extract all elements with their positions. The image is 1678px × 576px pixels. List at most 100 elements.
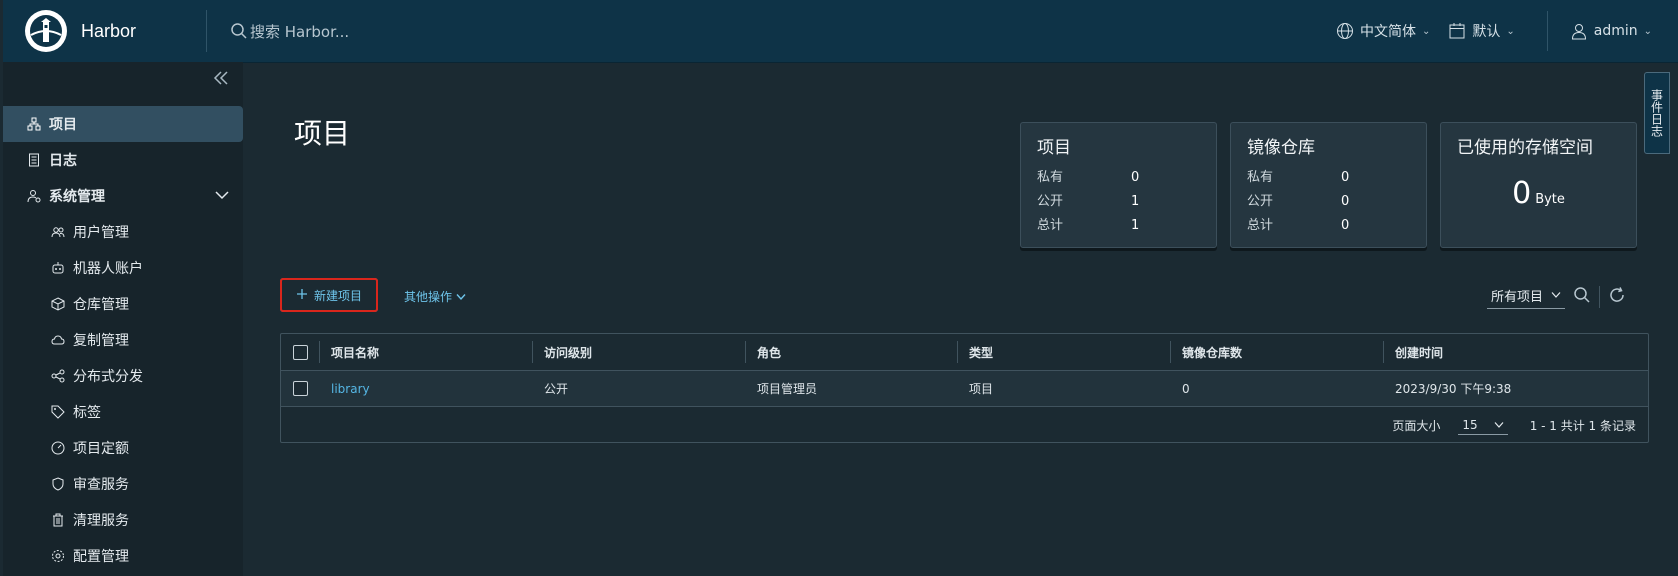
- share-icon: [51, 369, 65, 383]
- other-operations-dropdown[interactable]: 其他操作: [404, 288, 466, 305]
- sidebar-item-labels[interactable]: 标签: [3, 394, 243, 430]
- sidebar-item-robots[interactable]: 机器人账户: [3, 250, 243, 286]
- project-name-link[interactable]: library: [319, 378, 532, 400]
- table-header: 项目名称 访问级别 角色 类型 镜像仓库数 创建时间: [281, 334, 1648, 371]
- project-filter-select[interactable]: 所有项目: [1487, 284, 1566, 309]
- calendar-icon: [1448, 22, 1466, 40]
- admin-icon: [27, 189, 41, 203]
- theme-selector[interactable]: 默认 ⌄: [1448, 21, 1515, 41]
- card-row: 公开 1: [1037, 190, 1200, 214]
- row-key: 公开: [1247, 194, 1274, 209]
- language-selector[interactable]: 中文简体 ⌄: [1336, 21, 1430, 41]
- page-title: 项目: [294, 117, 351, 150]
- search-icon[interactable]: [1573, 286, 1591, 308]
- brand[interactable]: Harbor: [3, 0, 206, 62]
- sidebar-item-label: 复制管理: [73, 333, 129, 349]
- sidebar-item-logs[interactable]: 日志: [3, 142, 243, 178]
- row-checkbox[interactable]: [292, 381, 308, 396]
- table-cell: 项目: [969, 382, 994, 396]
- header-divider: [1546, 11, 1548, 51]
- theme-label: 默认: [1472, 24, 1501, 40]
- filter-divider: [1599, 285, 1601, 308]
- row-value: 0: [1341, 170, 1350, 185]
- sidebar-item-label: 标签: [73, 405, 101, 421]
- card-title: 已使用的存储空间: [1457, 138, 1593, 158]
- globe-icon: [1336, 22, 1354, 40]
- sidebar-item-replications[interactable]: 复制管理: [3, 322, 243, 358]
- row-value: 1: [1131, 218, 1140, 233]
- other-operations-label: 其他操作: [404, 290, 453, 304]
- projects-summary-card: 项目 私有 0 公开 1 总计 1: [1020, 122, 1217, 248]
- trash-icon: [51, 513, 65, 527]
- projects-table: 项目名称 访问级别 角色 类型 镜像仓库数 创建时间 library 公开 项目…: [280, 333, 1649, 443]
- column-header[interactable]: 访问级别: [532, 341, 745, 363]
- sidebar-item-label: 分布式分发: [73, 369, 143, 385]
- plus-icon: [296, 288, 308, 303]
- sidebar: 项目 日志 系统管理 用户管理 机器人账户 仓库管理 复制管理 分布式分发 标签…: [3, 62, 243, 576]
- card-title: 项目: [1037, 138, 1071, 158]
- row-key: 公开: [1037, 194, 1064, 209]
- page-size-select[interactable]: 15: [1458, 416, 1508, 435]
- new-project-button[interactable]: 新建项目: [280, 278, 378, 312]
- user-menu[interactable]: admin ⌄: [1570, 22, 1652, 40]
- event-log-tab[interactable]: 事件日志: [1644, 72, 1670, 154]
- card-row: 总计 1: [1037, 214, 1200, 238]
- storage-summary-card: 已使用的存储空间 0 Byte: [1440, 122, 1637, 248]
- sidebar-item-admin[interactable]: 系统管理: [3, 178, 243, 214]
- global-search[interactable]: 搜索 Harbor...: [230, 21, 349, 42]
- select-all-cell: [281, 344, 319, 360]
- table-row: library 公开 项目管理员 项目 0 2023/9/30 下午9:38: [281, 371, 1648, 407]
- column-header[interactable]: 角色: [745, 341, 957, 363]
- harbor-logo-icon: [25, 10, 67, 52]
- sidebar-item-interrogation[interactable]: 审查服务: [3, 466, 243, 502]
- chevron-down-icon: ⌄: [1506, 25, 1515, 37]
- row-value: 1: [1131, 194, 1140, 209]
- column-header[interactable]: 镜像仓库数: [1170, 341, 1383, 363]
- app-frame: Harbor 搜索 Harbor... 中文简体 ⌄ 默认 ⌄ admin ⌄ …: [3, 0, 1678, 576]
- table-cell: 2023/9/30 下午9:38: [1395, 382, 1512, 396]
- card-title: 镜像仓库: [1247, 138, 1315, 158]
- gear-icon: [51, 549, 65, 563]
- cloud-icon: [51, 333, 65, 347]
- sidebar-item-users[interactable]: 用户管理: [3, 214, 243, 250]
- project-icon: [27, 117, 41, 131]
- sidebar-item-registries[interactable]: 仓库管理: [3, 286, 243, 322]
- sidebar-item-label: 用户管理: [73, 225, 129, 241]
- row-select-cell: [281, 381, 319, 396]
- card-row: 总计 0: [1247, 214, 1410, 238]
- robot-icon: [51, 261, 65, 275]
- chevron-down-icon: ⌄: [1421, 25, 1431, 37]
- table-cell: 项目管理员: [757, 382, 818, 396]
- card-row: 公开 0: [1247, 190, 1410, 214]
- refresh-icon[interactable]: [1608, 286, 1626, 308]
- table-cell: 公开: [544, 382, 569, 396]
- collapse-sidebar-icon[interactable]: [211, 68, 231, 88]
- search-placeholder: 搜索 Harbor...: [250, 22, 350, 41]
- sidebar-item-projects[interactable]: 项目: [3, 106, 243, 142]
- row-value: 0: [1131, 170, 1140, 185]
- select-all-checkbox[interactable]: [292, 344, 308, 360]
- sidebar-item-distributions[interactable]: 分布式分发: [3, 358, 243, 394]
- tag-icon: [51, 405, 65, 419]
- pagination-summary: 1 - 1 共计 1 条记录: [1529, 419, 1636, 433]
- sidebar-item-quotas[interactable]: 项目定额: [3, 430, 243, 466]
- column-header[interactable]: 类型: [957, 341, 1170, 363]
- sidebar-item-configuration[interactable]: 配置管理: [3, 538, 243, 574]
- sidebar-item-label: 日志: [49, 153, 77, 169]
- column-header[interactable]: 创建时间: [1383, 341, 1641, 363]
- chevron-down-icon: [215, 188, 229, 204]
- sidebar-item-clean-up[interactable]: 清理服务: [3, 502, 243, 538]
- header-actions: 中文简体 ⌄ 默认 ⌄ admin ⌄: [1336, 0, 1678, 62]
- row-value: 0: [1341, 218, 1350, 233]
- storage-unit: Byte: [1535, 192, 1565, 207]
- table-footer: 页面大小 15 1 - 1 共计 1 条记录: [281, 407, 1648, 444]
- chevron-down-icon: ⌄: [1643, 25, 1652, 37]
- page-size-label: 页面大小: [1392, 419, 1441, 433]
- chevron-down-icon: [456, 290, 466, 304]
- table-cell: 0: [1182, 381, 1190, 396]
- log-icon: [27, 153, 41, 167]
- sidebar-item-label: 项目定额: [73, 441, 129, 457]
- sidebar-item-label: 系统管理: [49, 189, 105, 205]
- user-icon: [1570, 22, 1588, 40]
- column-header[interactable]: 项目名称: [319, 341, 532, 363]
